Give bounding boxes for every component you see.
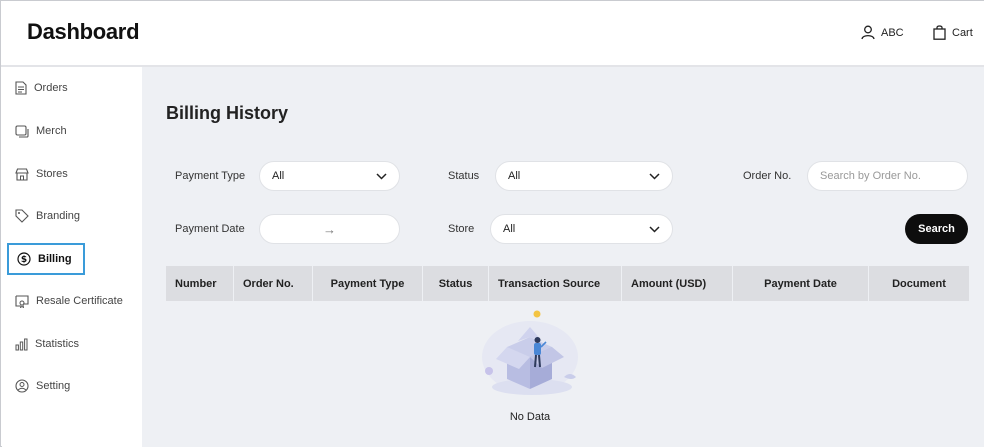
sidebar-item-billing[interactable]: $ Billing — [7, 243, 85, 275]
payment-type-label: Payment Type — [175, 170, 246, 182]
payment-date-range-input[interactable]: → — [259, 214, 400, 244]
sidebar-item-label: Stores — [36, 168, 68, 180]
sidebar-item-setting[interactable]: Setting — [7, 370, 85, 402]
chevron-down-icon — [649, 172, 660, 180]
store-icon — [15, 167, 29, 181]
chevron-down-icon — [376, 172, 387, 180]
account-link[interactable]: ABC — [861, 25, 904, 40]
payment-type-select[interactable]: All — [259, 161, 400, 191]
sidebar-item-merch[interactable]: Merch — [7, 115, 85, 147]
payment-type-value: All — [272, 170, 285, 182]
column-header-order-no[interactable]: Order No. — [234, 266, 313, 301]
order-no-input[interactable]: Search by Order No. — [807, 161, 968, 191]
bar-chart-icon — [15, 338, 28, 350]
sidebar-item-branding[interactable]: Branding — [7, 200, 85, 232]
shopping-bag-icon — [933, 25, 946, 40]
account-label: ABC — [881, 26, 904, 39]
sidebar-item-label: Billing — [38, 253, 72, 265]
user-icon — [861, 25, 875, 40]
order-no-label: Order No. — [743, 170, 792, 182]
store-label: Store — [448, 223, 475, 235]
user-circle-icon — [15, 379, 29, 393]
column-header-transaction-source[interactable]: Transaction Source — [489, 266, 622, 301]
sidebar-item-orders[interactable]: Orders — [7, 72, 85, 104]
payment-date-label: Payment Date — [175, 223, 245, 235]
order-no-placeholder: Search by Order No. — [820, 170, 921, 182]
column-header-payment-date[interactable]: Payment Date — [733, 266, 869, 301]
status-select[interactable]: All — [495, 161, 673, 191]
arrow-right-icon: → — [323, 221, 336, 237]
chevron-down-icon — [649, 225, 660, 233]
table-header: Number Order No. Payment Type Status Tra… — [166, 266, 969, 301]
sidebar-item-label: Statistics — [35, 338, 80, 350]
sidebar-item-resale-certificate[interactable]: Resale Certificate — [7, 285, 137, 317]
empty-state: No Data — [472, 307, 588, 423]
sidebar: Orders Merch Stores Branding $ Billing R… — [2, 67, 142, 447]
sidebar-item-label: Merch — [36, 125, 67, 137]
sidebar-item-label: Resale Certificate — [36, 295, 123, 307]
svg-text:$: $ — [21, 255, 27, 265]
certificate-icon — [15, 294, 29, 308]
column-header-status[interactable]: Status — [423, 266, 489, 301]
document-icon — [15, 81, 27, 95]
page-title: Billing History — [166, 103, 289, 123]
brand-title: Dashboard — [27, 19, 140, 44]
app-frame: Dashboard ABC Cart Orders Merch Stores B… — [0, 0, 984, 447]
column-header-payment-type[interactable]: Payment Type — [313, 266, 423, 301]
store-value: All — [503, 223, 516, 235]
cart-link[interactable]: Cart — [933, 25, 973, 40]
sidebar-item-label: Setting — [36, 380, 71, 392]
column-header-number[interactable]: Number — [166, 266, 234, 301]
main-content: Billing History Payment Type All Status … — [142, 67, 984, 447]
search-button[interactable]: Search — [905, 214, 968, 244]
top-header: Dashboard ABC Cart — [1, 1, 984, 67]
empty-box-illustration — [482, 310, 578, 395]
sidebar-item-label: Orders — [34, 82, 68, 94]
column-header-amount[interactable]: Amount (USD) — [622, 266, 733, 301]
tag-icon — [15, 209, 29, 223]
cart-label: Cart — [952, 26, 973, 39]
sidebar-item-stores[interactable]: Stores — [7, 158, 85, 190]
column-header-document[interactable]: Document — [869, 266, 969, 301]
sidebar-item-label: Branding — [36, 210, 81, 222]
store-select[interactable]: All — [490, 214, 673, 244]
merch-icon — [15, 124, 29, 138]
empty-state-text: No Data — [509, 411, 551, 423]
dollar-circle-icon: $ — [17, 252, 31, 266]
sidebar-item-statistics[interactable]: Statistics — [7, 328, 85, 360]
status-label: Status — [448, 170, 480, 182]
status-value: All — [508, 170, 521, 182]
